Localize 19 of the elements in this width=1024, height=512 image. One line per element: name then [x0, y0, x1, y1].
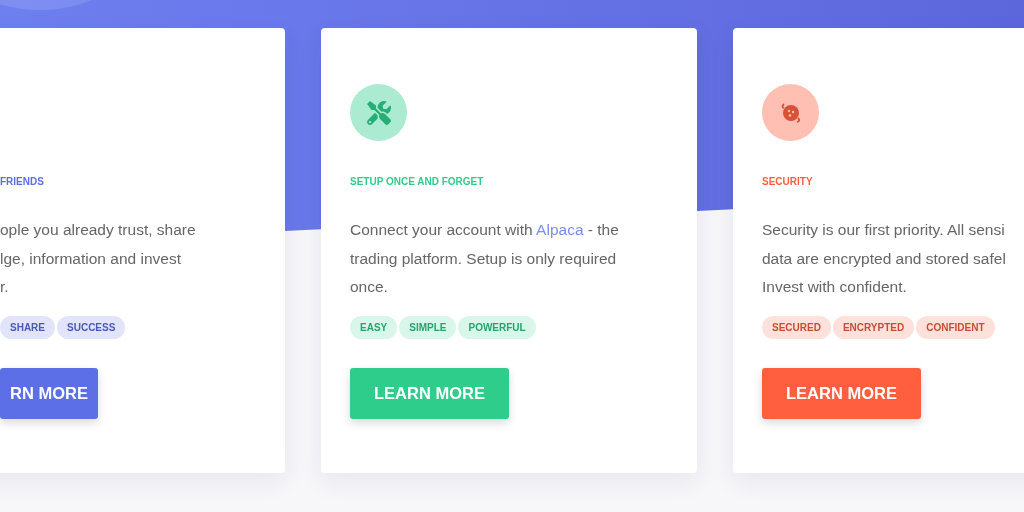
card-description: ople you already trust, share lge, information and invest r. — [0, 220, 196, 297]
card-description: Connect your account with Alpaca - the trading platform. Setup is only required once. — [350, 220, 619, 297]
tag-pill: EASY — [350, 315, 398, 339]
tag-pill: SECURED — [762, 315, 831, 339]
card-description: Security is our first priority. All sensi data are encrypted and stored safel Invest with confident. — [762, 220, 1006, 297]
tag-pill: POWERFUL — [458, 315, 536, 339]
tag-pill: SIMPLE — [399, 315, 457, 339]
learn-more-button[interactable]: LEARN MORE — [350, 367, 509, 419]
learn-more-button[interactable]: RN MORE — [0, 367, 98, 419]
card-title: FRIENDS — [0, 176, 44, 187]
tag-pill: SHARE — [0, 315, 55, 339]
tag-pill: SUCCESS — [57, 315, 126, 339]
tools-icon — [366, 100, 391, 125]
alpaca-link[interactable]: Alpaca — [536, 221, 584, 238]
tag-pill: CONFIDENT — [916, 315, 995, 339]
card-title: SECURITY — [762, 176, 813, 187]
learn-more-button[interactable]: LEARN MORE — [762, 367, 921, 419]
tag-pill: ENCRYPTED — [832, 315, 915, 339]
card-title: SETUP ONCE AND FORGET — [350, 176, 484, 187]
